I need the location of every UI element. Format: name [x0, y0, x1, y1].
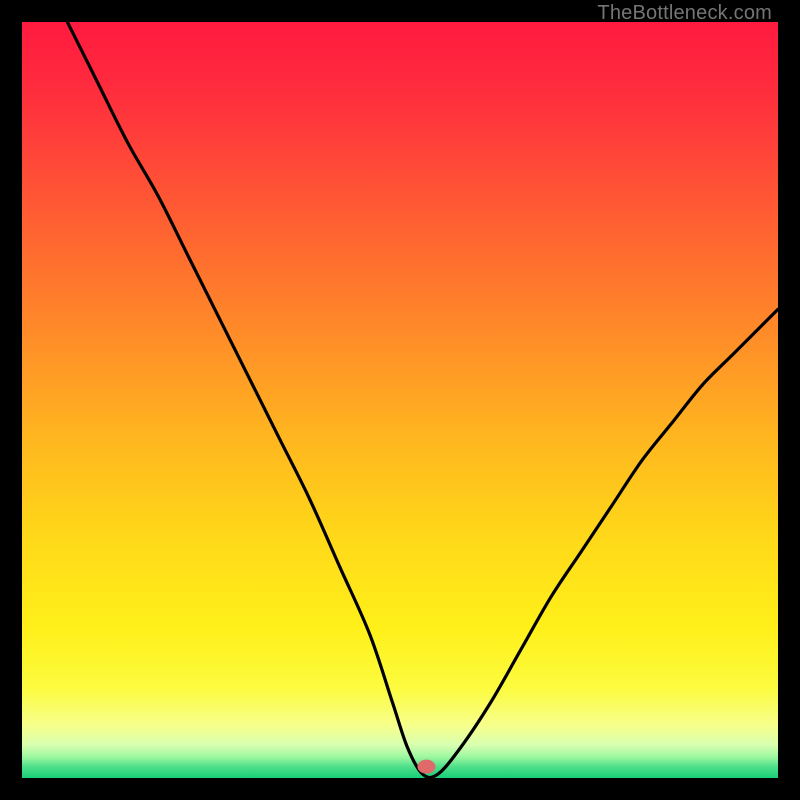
bottleneck-chart — [22, 22, 778, 778]
watermark-text: TheBottleneck.com — [597, 2, 772, 25]
minimum-marker — [417, 760, 435, 774]
gradient-background — [22, 22, 778, 778]
chart-frame — [22, 22, 778, 778]
